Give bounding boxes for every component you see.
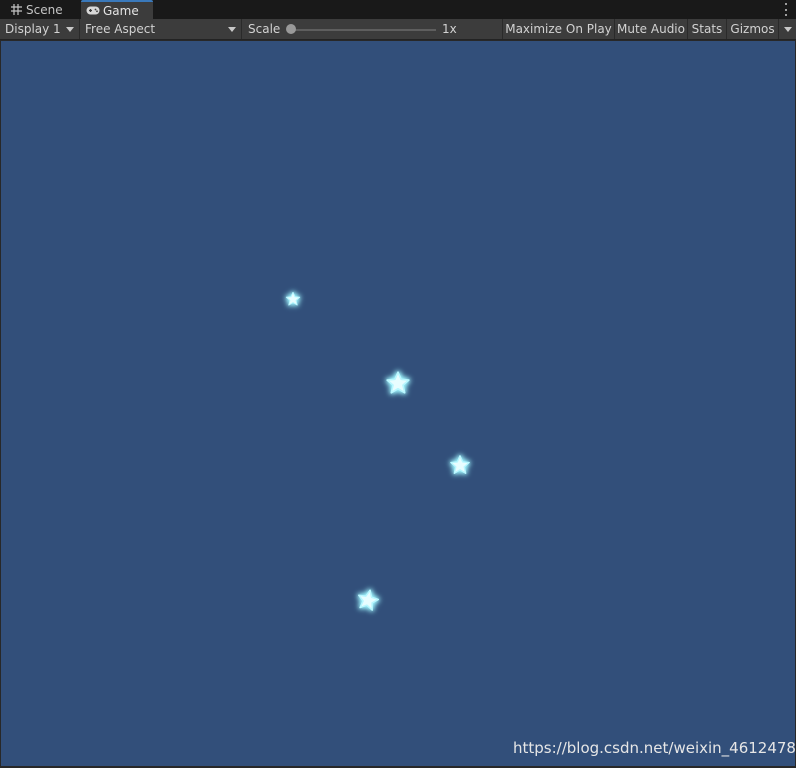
gizmos-dropdown[interactable] [779,19,796,39]
tab-game[interactable]: Game [81,0,153,19]
game-toolbar: Display 1 Free Aspect Scale 1x Maximize … [0,19,796,40]
gizmos-label: Gizmos [730,22,775,36]
stats-label: Stats [691,22,723,36]
watermark-text: https://blog.csdn.net/weixin_46124783 [513,739,796,757]
mute-audio-button[interactable]: Mute Audio [615,19,688,39]
aspect-dropdown-label: Free Aspect [85,22,156,36]
scale-slider-handle[interactable] [286,24,296,34]
more-options-icon[interactable] [784,3,788,16]
maximize-on-play-button[interactable]: Maximize On Play [503,19,615,39]
scale-value: 1x [442,19,482,39]
stats-button[interactable]: Stats [688,19,727,39]
scale-label: Scale [248,22,281,36]
mute-audio-label: Mute Audio [617,22,685,36]
tab-game-label: Game [103,3,139,18]
maximize-on-play-label: Maximize On Play [505,22,612,36]
dropdown-arrow-icon [66,27,74,32]
scale-slider-track[interactable] [290,29,436,31]
gamepad-icon [86,5,100,17]
tab-scene-label: Scene [26,2,63,17]
tab-bar: Scene Game [0,0,796,19]
display-dropdown[interactable]: Display 1 [0,19,80,39]
dropdown-arrow-icon [228,27,236,32]
aspect-dropdown[interactable]: Free Aspect [80,19,242,39]
star-sprite [285,291,301,306]
tab-scene[interactable]: Scene [0,0,78,19]
gizmos-button[interactable]: Gizmos [727,19,779,39]
game-viewport[interactable] [1,41,795,766]
scale-value-text: 1x [442,22,457,36]
game-window: Scene Game Display 1 Free Aspect Scale 1… [0,0,796,768]
star-sprite [358,589,380,611]
grid-icon [9,4,23,16]
display-dropdown-label: Display 1 [5,22,61,36]
star-sprite [386,371,410,394]
star-sprite [450,455,470,474]
dropdown-arrow-icon [784,27,792,32]
